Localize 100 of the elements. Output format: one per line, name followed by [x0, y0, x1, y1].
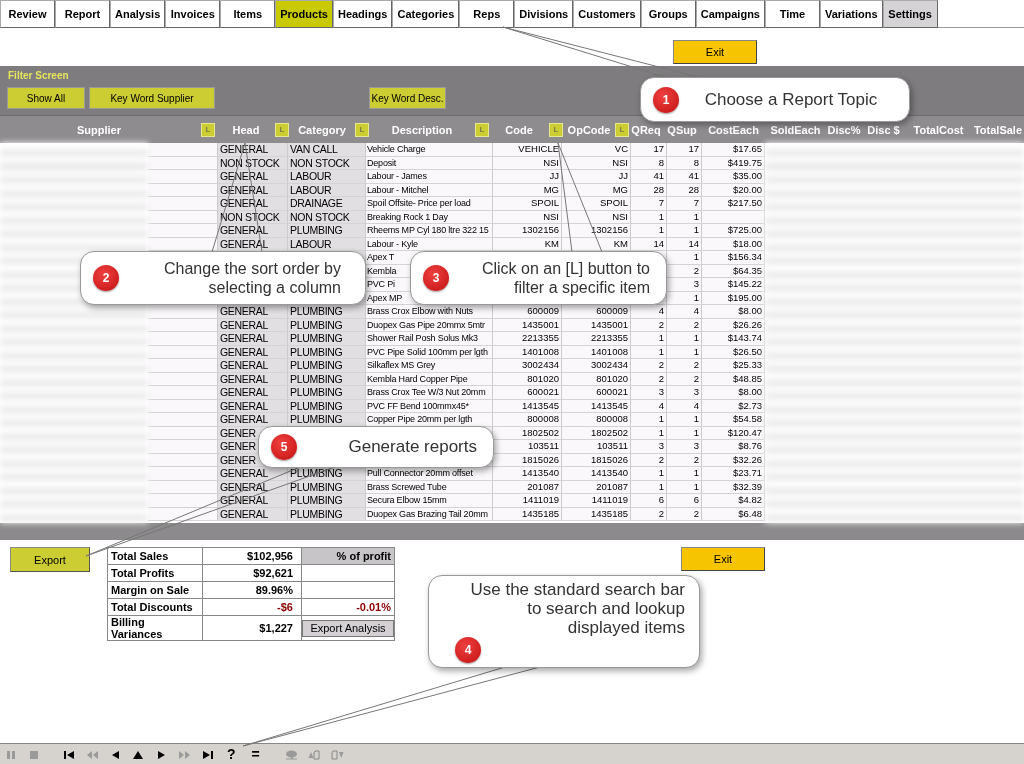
table-cell: 2: [631, 359, 667, 373]
summary-value: 89.96%: [255, 584, 293, 596]
table-cell: 600009: [562, 305, 631, 319]
table-cell: GENERAL: [218, 413, 288, 427]
summary-heading: % of profit: [301, 547, 395, 565]
exit-button[interactable]: Exit: [681, 547, 765, 571]
filter-button[interactable]: Show All: [7, 87, 85, 109]
table-cell: Silkaflex MS Grey: [366, 359, 493, 373]
table-cell: SPOIL: [493, 197, 562, 211]
table-cell: 41: [667, 170, 702, 184]
table-cell: 1413540: [493, 467, 562, 481]
filter-l-button[interactable]: L: [475, 122, 489, 137]
tab[interactable]: Report: [55, 0, 110, 28]
table-cell: 3002434: [562, 359, 631, 373]
callout-text: Use the standard search bar to search and lookup displayed items: [469, 580, 685, 637]
tab[interactable]: Customers: [573, 0, 641, 28]
table-cell: 1411019: [493, 494, 562, 508]
table-cell: Brass Crox Elbow with Nuts: [366, 305, 493, 319]
table-cell: LABOUR: [288, 170, 366, 184]
table-cell: 2: [667, 359, 702, 373]
filter-l-button[interactable]: L: [275, 122, 289, 137]
summary-value: $1,227: [259, 622, 293, 634]
table-cell: [148, 359, 218, 373]
table-cell: GENERAL: [218, 224, 288, 238]
summary-label: Total Profits: [111, 567, 175, 579]
tab[interactable]: Divisions: [514, 0, 574, 28]
export-button[interactable]: Export: [10, 547, 90, 572]
toolbar-button[interactable]: =: [248, 746, 263, 762]
table-cell: [148, 413, 218, 427]
table-cell: 3: [631, 386, 667, 400]
table-cell: 4: [667, 305, 702, 319]
table-cell: 1413540: [562, 467, 631, 481]
table-cell: $4.82: [702, 494, 765, 508]
table-cell: 800008: [562, 413, 631, 427]
summary-label: Total Discounts: [111, 601, 193, 613]
table-cell: PLUMBING: [288, 413, 366, 427]
tab[interactable]: Headings: [332, 0, 393, 28]
filter-button[interactable]: Key Word Supplier: [89, 87, 215, 109]
tab[interactable]: Review: [0, 0, 55, 28]
tab[interactable]: Variations: [820, 0, 883, 28]
table-cell: 1: [631, 224, 667, 238]
table-cell: 1: [667, 413, 702, 427]
table-cell: 103511: [562, 440, 631, 454]
tab[interactable]: Categories: [392, 0, 460, 28]
filter-l-button[interactable]: L: [549, 122, 563, 137]
table-cell: GENERAL: [218, 143, 288, 157]
filter-l-button[interactable]: L: [355, 122, 369, 137]
table-cell: $143.74: [702, 332, 765, 346]
table-cell: 103511: [493, 440, 562, 454]
table-cell: 1: [631, 467, 667, 481]
table-cell: SPOIL: [562, 197, 631, 211]
table-cell: VC: [562, 143, 631, 157]
navigation-icon[interactable]: [201, 748, 214, 760]
toolbar-button[interactable]: ?: [224, 746, 239, 762]
exit-button[interactable]: Exit: [673, 40, 757, 64]
table-cell: GENERAL: [218, 197, 288, 211]
tab[interactable]: Campaigns: [695, 0, 765, 28]
table-cell: 3002434: [493, 359, 562, 373]
step-number-badge: 5: [271, 434, 297, 460]
tab[interactable]: Invoices: [165, 0, 221, 28]
export-analysis-button[interactable]: Export Analysis: [302, 619, 394, 637]
table-cell: Rheems MP Cyl 180 ltre 322 15: [366, 224, 493, 238]
table-cell: GENERAL: [218, 386, 288, 400]
table-cell: VEHICLE: [493, 143, 562, 157]
table-cell: 41: [631, 170, 667, 184]
tab[interactable]: Reps: [459, 0, 515, 28]
table-cell: [148, 197, 218, 211]
table-cell: 1411019: [562, 494, 631, 508]
table-cell: 3: [667, 386, 702, 400]
table-cell: 6: [667, 494, 702, 508]
table-cell: $725.00: [702, 224, 765, 238]
filter-button[interactable]: Key Word Desc.: [369, 87, 446, 109]
table-cell: GENERAL: [218, 170, 288, 184]
table-cell: Secura Elbow 15mm: [366, 494, 493, 508]
filter-l-button[interactable]: L: [615, 122, 629, 137]
table-cell: $8.00: [702, 305, 765, 319]
table-cell: Labour - James: [366, 170, 493, 184]
table-cell: $17.65: [702, 143, 765, 157]
table-cell: PLUMBING: [288, 224, 366, 238]
tab[interactable]: Products: [275, 0, 333, 28]
table-cell: 3: [667, 278, 702, 292]
table-cell: [148, 386, 218, 400]
tab[interactable]: Settings: [882, 0, 938, 28]
table-cell: 1: [667, 332, 702, 346]
table-cell: DRAINAGE: [288, 197, 366, 211]
table-cell: $25.33: [702, 359, 765, 373]
navigation-icon[interactable]: [63, 748, 76, 760]
table-cell: GENERAL: [218, 467, 288, 481]
table-cell: 600021: [493, 386, 562, 400]
table-cell: $35.00: [702, 170, 765, 184]
tab[interactable]: Analysis: [110, 0, 166, 28]
table-cell: PLUMBING: [288, 332, 366, 346]
tab[interactable]: Items: [220, 0, 276, 28]
table-cell: 1302156: [493, 224, 562, 238]
filter-l-button[interactable]: L: [201, 122, 215, 137]
tab[interactable]: Groups: [640, 0, 696, 28]
summary-value: -$6: [277, 601, 293, 613]
tab[interactable]: Time: [765, 0, 820, 28]
table-cell: $8.00: [702, 386, 765, 400]
table-cell: $8.76: [702, 440, 765, 454]
